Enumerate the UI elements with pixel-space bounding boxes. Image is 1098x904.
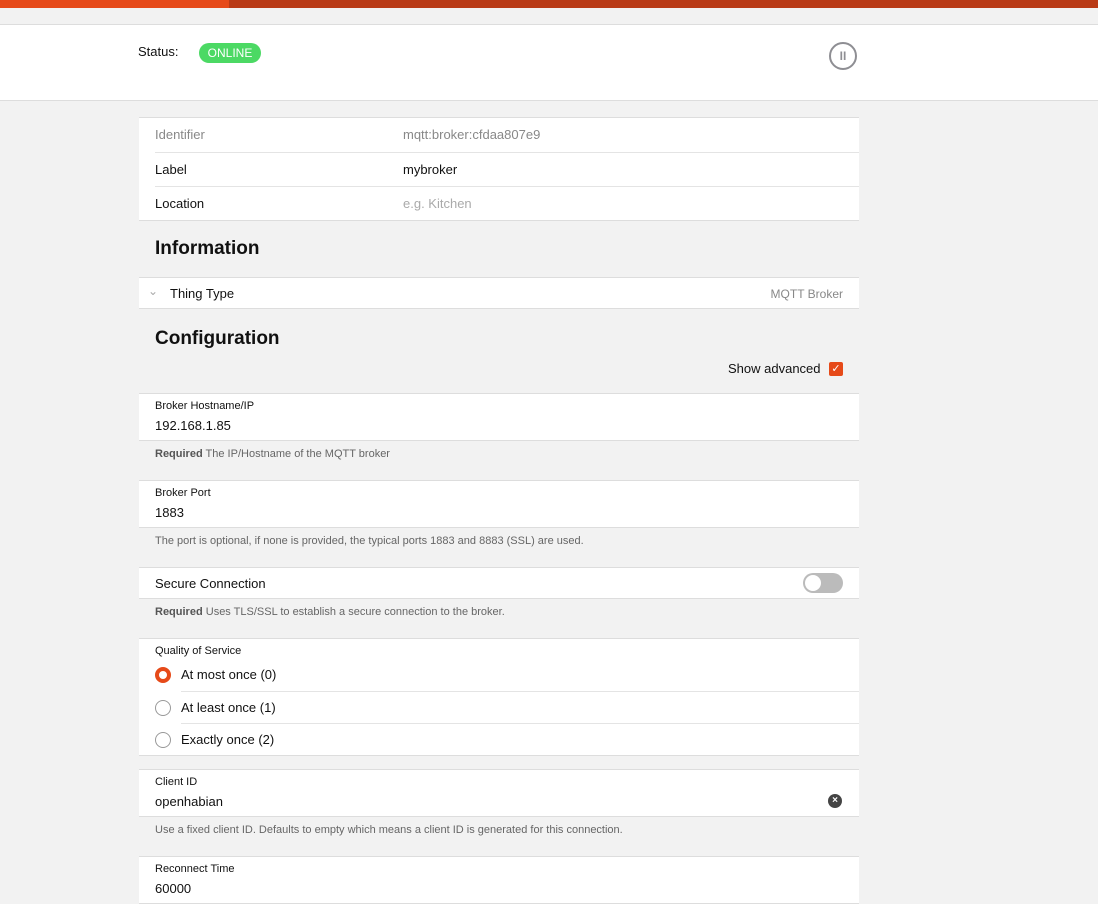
radio[interactable] — [155, 732, 171, 748]
top-bar — [229, 0, 1098, 8]
broker-host-label: Broker Hostname/IP — [155, 400, 255, 412]
configuration-heading: Configuration — [155, 328, 280, 349]
status-header — [0, 24, 1098, 101]
qos-option-0[interactable]: At most once (0) — [139, 659, 859, 691]
help-text: The IP/Hostname of the MQTT broker — [205, 448, 390, 460]
broker-port-help: The port is optional, if none is provide… — [155, 535, 584, 547]
radio[interactable] — [155, 700, 171, 716]
progress-bar-accent — [0, 0, 229, 8]
label-label: Label — [155, 162, 187, 177]
client-id-help: Use a fixed client ID. Defaults to empty… — [155, 824, 623, 836]
broker-host-field[interactable]: Broker Hostname/IP 192.168.1.85 — [139, 393, 859, 441]
qos-field: Quality of Service At most once (0) At l… — [139, 638, 859, 756]
label-row[interactable]: Label mybroker — [155, 152, 859, 186]
broker-port-input[interactable]: 1883 — [155, 505, 184, 520]
clear-icon[interactable]: × — [828, 794, 842, 808]
thing-type-value: MQTT Broker — [770, 287, 843, 301]
client-id-input[interactable]: openhabian — [155, 794, 223, 809]
pause-button[interactable]: II — [829, 42, 857, 70]
status-badge: ONLINE — [199, 43, 261, 63]
broker-host-help: Required The IP/Hostname of the MQTT bro… — [155, 448, 390, 460]
qos-option-1[interactable]: At least once (1) — [155, 691, 859, 723]
required-tag: Required — [155, 448, 203, 460]
broker-port-field[interactable]: Broker Port 1883 — [139, 480, 859, 528]
location-label: Location — [155, 196, 205, 211]
identifier-row: Identifier mqtt:broker:cfdaa807e9 — [139, 118, 859, 152]
secure-connection-row: Secure Connection — [139, 567, 859, 599]
thing-properties: Identifier mqtt:broker:cfdaa807e9 Label my… — [139, 117, 859, 221]
broker-host-input[interactable]: 192.168.1.85 — [155, 418, 231, 433]
location-input[interactable]: e.g. Kitchen — [403, 196, 472, 211]
show-advanced-checkbox[interactable]: ✓ — [829, 362, 843, 376]
radio-selected[interactable] — [155, 667, 171, 683]
identifier-label: Identifier — [155, 127, 205, 142]
secure-connection-label: Secure Connection — [155, 576, 266, 591]
broker-port-label: Broker Port — [155, 487, 211, 499]
option-label: Exactly once (2) — [181, 732, 275, 747]
secure-connection-toggle[interactable] — [803, 573, 843, 593]
client-id-field[interactable]: Client ID openhabian × — [139, 769, 859, 817]
pause-icon: II — [839, 49, 847, 63]
chevron-down-icon: ⌄ — [148, 284, 159, 298]
information-heading: Information — [155, 238, 260, 259]
reconnect-time-field[interactable]: Reconnect Time 60000 — [139, 856, 859, 904]
help-text: Uses TLS/SSL to establish a secure conne… — [205, 606, 505, 618]
reconnect-time-label: Reconnect Time — [155, 863, 235, 875]
secure-connection-help: Required Uses TLS/SSL to establish a sec… — [155, 606, 505, 618]
qos-option-2[interactable]: Exactly once (2) — [155, 723, 859, 755]
required-tag: Required — [155, 606, 203, 618]
label-input[interactable]: mybroker — [403, 162, 457, 177]
identifier-value: mqtt:broker:cfdaa807e9 — [403, 127, 541, 142]
client-id-label: Client ID — [155, 776, 198, 788]
reconnect-time-input[interactable]: 60000 — [155, 881, 191, 896]
location-row[interactable]: Location e.g. Kitchen — [155, 186, 859, 220]
show-advanced-label: Show advanced — [728, 361, 821, 376]
status-label: Status: — [138, 44, 179, 59]
thing-type-row[interactable]: ⌄ Thing Type MQTT Broker — [139, 277, 859, 309]
option-label: At least once (1) — [181, 700, 276, 715]
qos-label: Quality of Service — [155, 645, 242, 657]
thing-type-label: Thing Type — [170, 286, 235, 301]
option-label: At most once (0) — [181, 667, 277, 682]
